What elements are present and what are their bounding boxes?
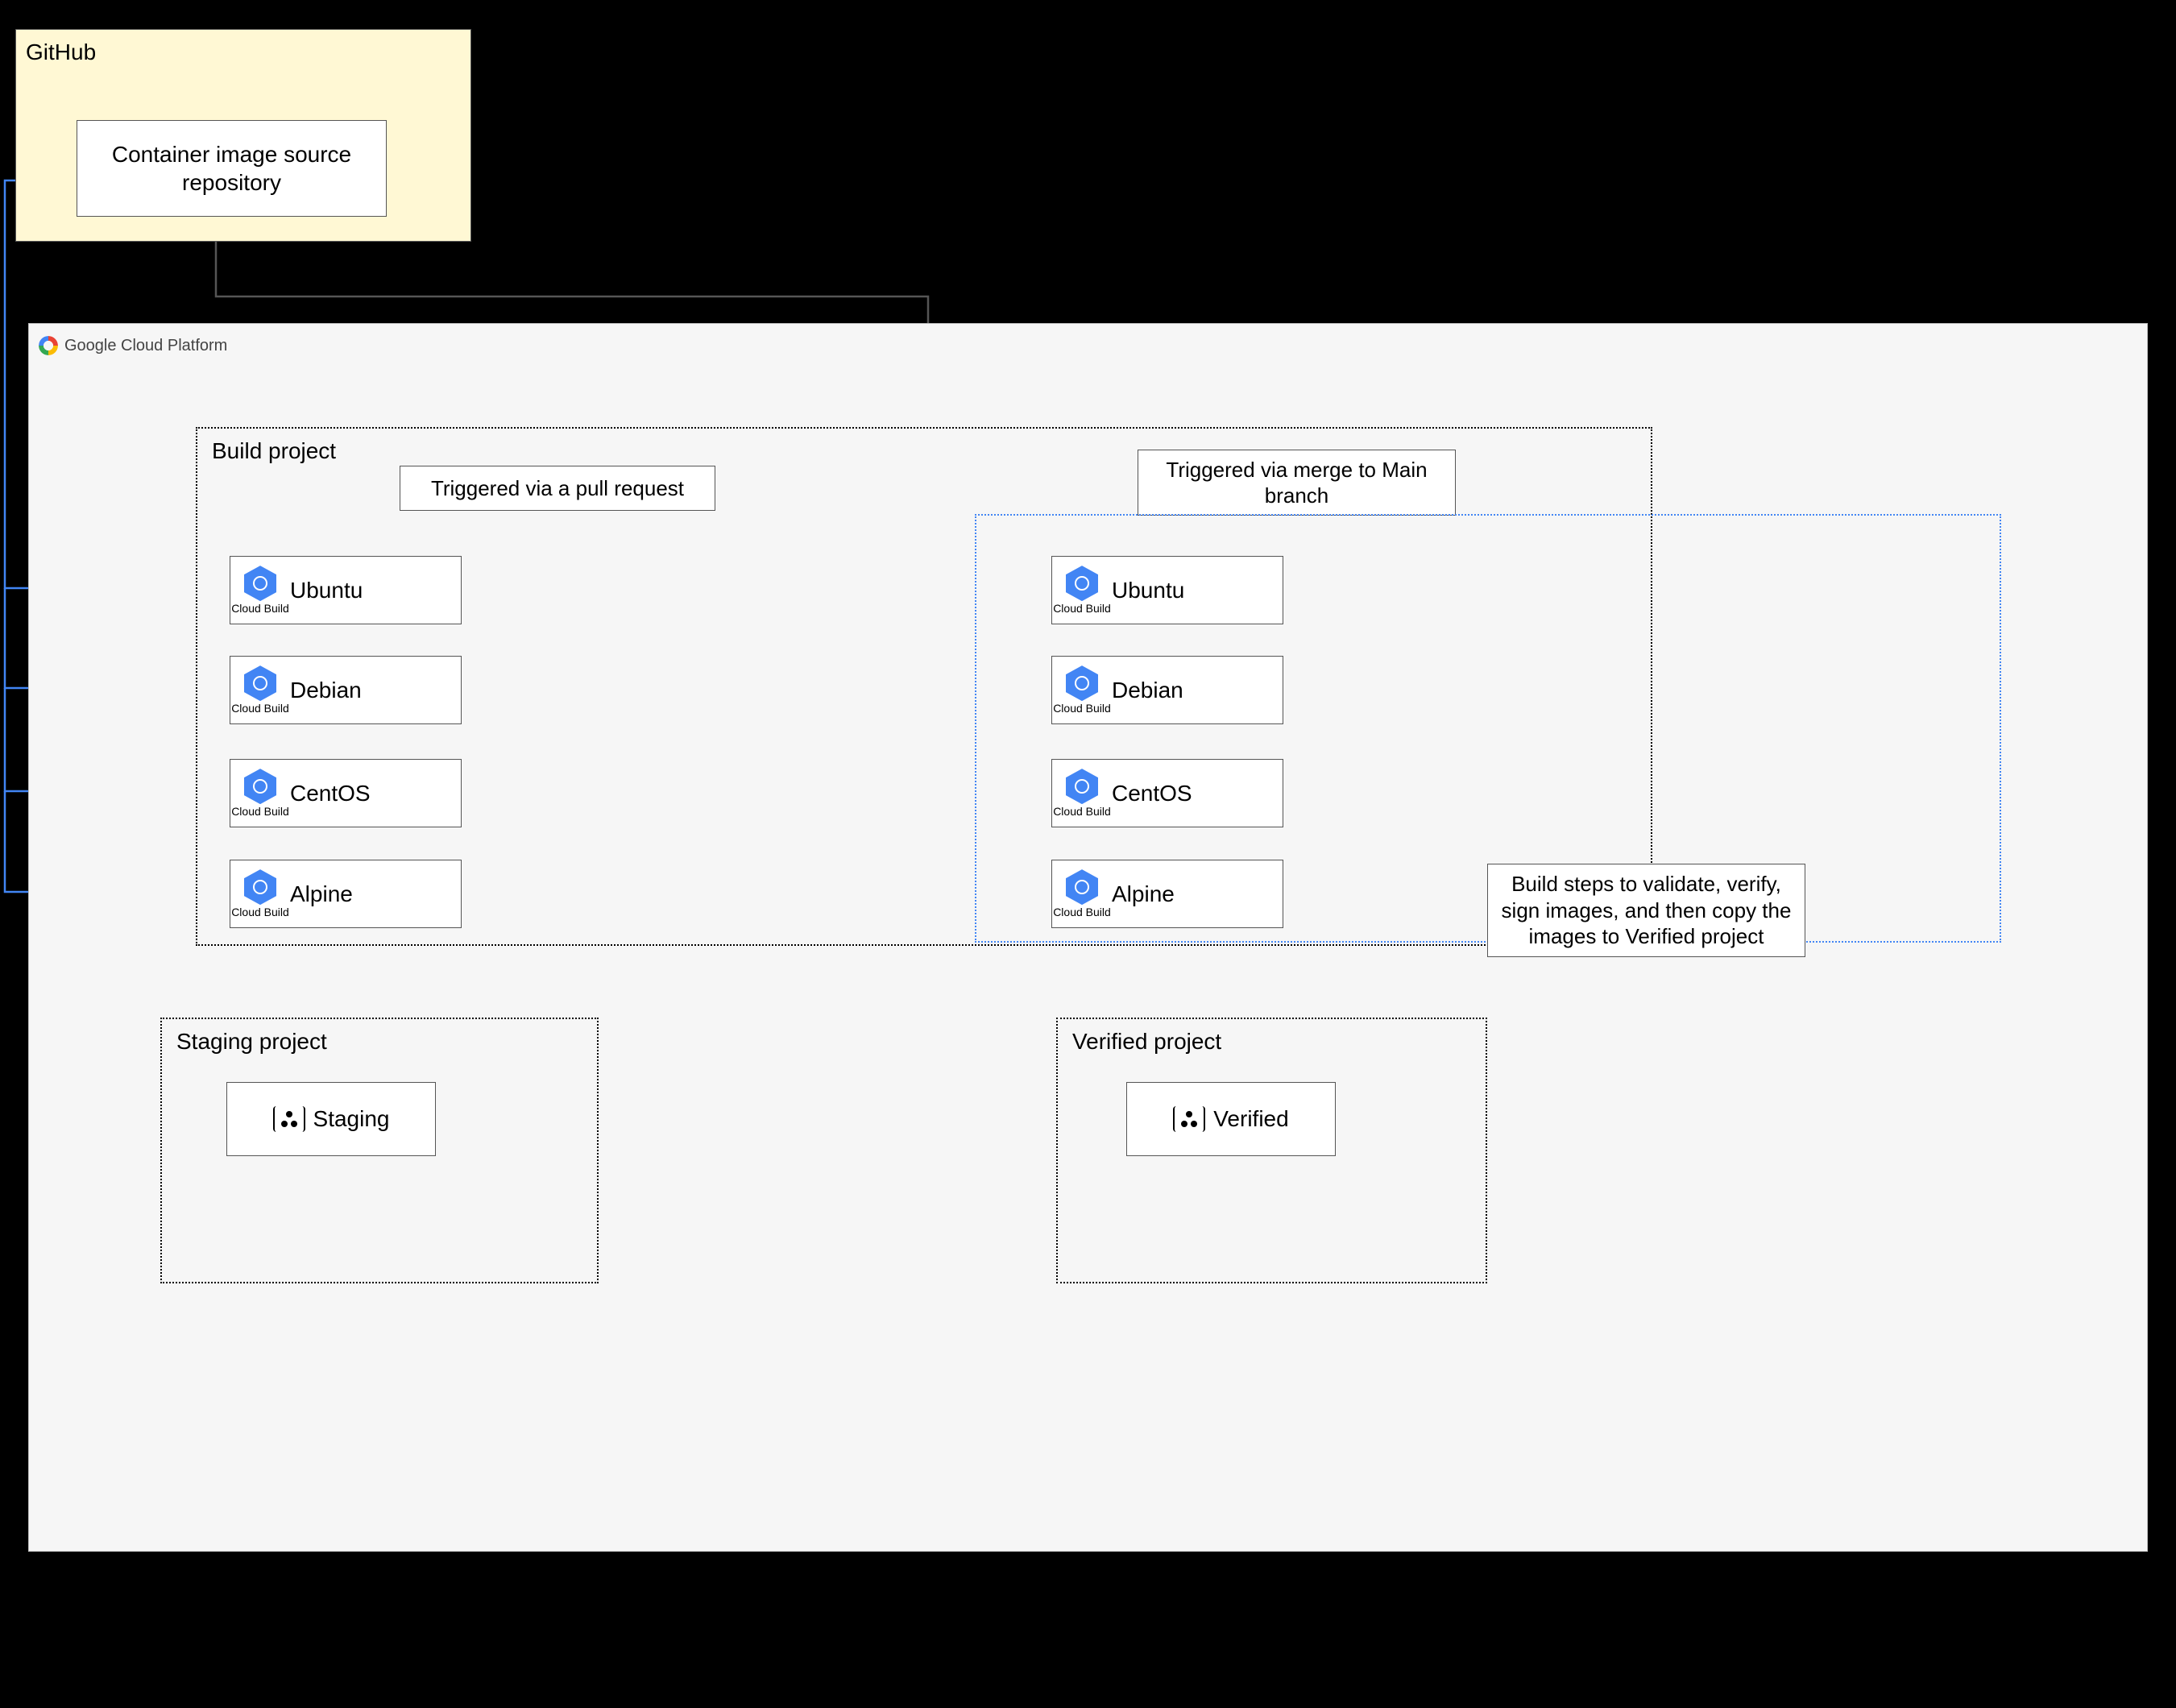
- container-registry-icon: [273, 1103, 305, 1135]
- verified-project-label: Verified project: [1072, 1029, 1221, 1055]
- repo-box: Container image source repository: [77, 120, 387, 217]
- os-box-merge-ubuntu: Cloud Build Ubuntu: [1051, 556, 1283, 624]
- gcp-header: Google Cloud Platform: [39, 336, 227, 355]
- os-box-merge-centos: Cloud Build CentOS: [1051, 759, 1283, 827]
- staging-project-label: Staging project: [176, 1029, 327, 1055]
- cloud-build-caption: Cloud Build: [1053, 806, 1111, 818]
- os-name: CentOS: [290, 781, 371, 806]
- cloud-build-caption: Cloud Build: [231, 703, 289, 715]
- cloud-build-caption: Cloud Build: [1053, 603, 1111, 615]
- staging-project: Staging project Staging: [160, 1018, 599, 1283]
- gcp-panel: Google Cloud Platform Build project Trig…: [28, 323, 2148, 1552]
- os-name: Ubuntu: [1112, 578, 1184, 603]
- cloud-build-icon: Cloud Build: [230, 869, 290, 918]
- cloud-build-caption: Cloud Build: [231, 906, 289, 918]
- verified-registry-label: Verified: [1213, 1106, 1288, 1132]
- github-panel: GitHub Container image source repository: [15, 29, 471, 242]
- os-name: Alpine: [290, 881, 353, 907]
- os-box-merge-alpine: Cloud Build Alpine: [1051, 860, 1283, 928]
- os-name: Debian: [290, 678, 362, 703]
- staging-registry-label: Staging: [313, 1106, 390, 1132]
- os-box-pr-ubuntu: Cloud Build Ubuntu: [230, 556, 462, 624]
- cloud-build-icon: Cloud Build: [1052, 769, 1112, 818]
- cloud-build-icon: Cloud Build: [230, 665, 290, 715]
- github-label: GitHub: [26, 39, 96, 65]
- os-box-pr-centos: Cloud Build CentOS: [230, 759, 462, 827]
- cloud-build-icon: Cloud Build: [230, 566, 290, 615]
- trigger-merge-box: Triggered via merge to Main branch: [1138, 450, 1456, 516]
- trigger-pr-label: Triggered via a pull request: [431, 475, 684, 502]
- cloud-build-icon: Cloud Build: [1052, 665, 1112, 715]
- cloud-build-icon: Cloud Build: [1052, 566, 1112, 615]
- os-name: Debian: [1112, 678, 1183, 703]
- cloud-build-caption: Cloud Build: [231, 603, 289, 615]
- gcp-title: Google Cloud Platform: [64, 337, 227, 355]
- build-steps-label: Build steps to validate, verify, sign im…: [1501, 871, 1792, 950]
- trigger-merge-label: Triggered via merge to Main branch: [1151, 457, 1442, 509]
- os-name: Ubuntu: [290, 578, 363, 603]
- cloud-build-caption: Cloud Build: [1053, 906, 1111, 918]
- cloud-build-icon: Cloud Build: [230, 769, 290, 818]
- diagram-canvas: GitHub Container image source repository…: [0, 0, 2176, 1708]
- os-name: CentOS: [1112, 781, 1192, 806]
- os-box-pr-alpine: Cloud Build Alpine: [230, 860, 462, 928]
- verified-project: Verified project Verified: [1056, 1018, 1487, 1283]
- os-name: Alpine: [1112, 881, 1175, 907]
- gcp-logo-icon: [39, 336, 58, 355]
- staging-registry-box: Staging: [226, 1082, 436, 1156]
- verified-registry-box: Verified: [1126, 1082, 1336, 1156]
- repo-box-label: Container image source repository: [97, 140, 367, 197]
- cloud-build-caption: Cloud Build: [231, 806, 289, 818]
- os-box-merge-debian: Cloud Build Debian: [1051, 656, 1283, 724]
- build-project: Build project Triggered via a pull reque…: [196, 427, 1652, 946]
- cloud-build-icon: Cloud Build: [1052, 869, 1112, 918]
- build-steps-box: Build steps to validate, verify, sign im…: [1487, 864, 1805, 957]
- container-registry-icon: [1173, 1103, 1205, 1135]
- build-project-label: Build project: [212, 438, 336, 464]
- cloud-build-caption: Cloud Build: [1053, 703, 1111, 715]
- os-box-pr-debian: Cloud Build Debian: [230, 656, 462, 724]
- trigger-pr-box: Triggered via a pull request: [400, 466, 715, 511]
